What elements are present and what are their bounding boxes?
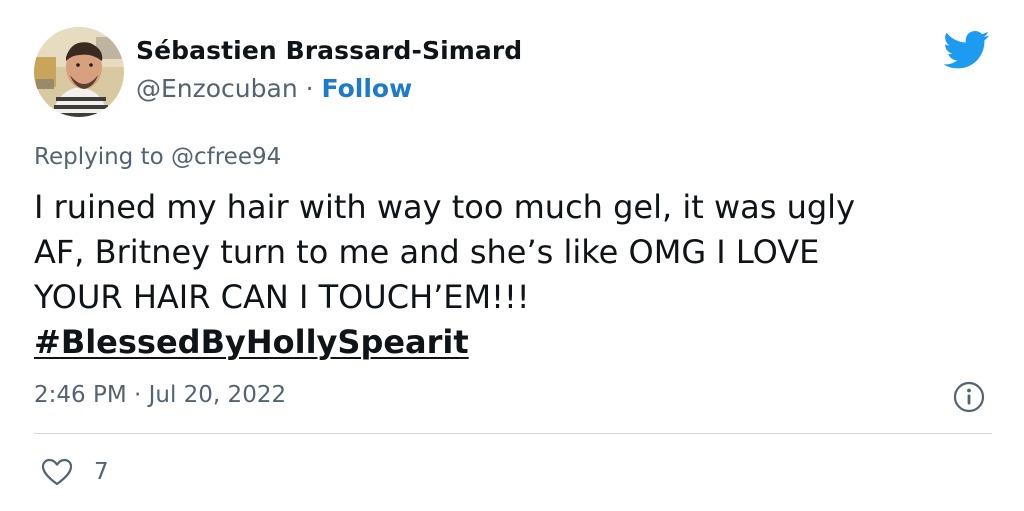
tweet-text-line: YOUR HAIR CAN I TOUCH’EM!!! — [34, 278, 530, 316]
avatar[interactable] — [34, 27, 124, 117]
author-block: Sébastien Brassard-Simard @Enzocuban · F… — [136, 32, 522, 108]
tweet-text-line: AF, Britney turn to me and she’s like OM… — [34, 233, 820, 271]
twitter-bird-icon[interactable] — [944, 30, 990, 70]
tweet-card: Sébastien Brassard-Simard @Enzocuban · F… — [0, 0, 1024, 511]
replying-prefix: Replying to — [34, 144, 171, 170]
like-count: 7 — [94, 459, 109, 485]
replying-to: Replying to @cfree94 — [34, 140, 281, 174]
handle-separator: · — [297, 74, 322, 103]
tweet-timestamp[interactable]: 2:46 PM · Jul 20, 2022 — [34, 378, 286, 412]
hashtag-link[interactable]: #BlessedByHollySpearit — [34, 323, 469, 361]
heart-icon — [41, 458, 73, 486]
replying-mention[interactable]: @cfree94 — [171, 144, 281, 170]
tweet-text: I ruined my hair with way too much gel, … — [34, 185, 1004, 365]
avatar-image — [34, 27, 124, 117]
like-button[interactable]: 7 — [40, 455, 109, 489]
follow-button[interactable]: Follow — [322, 74, 413, 103]
tweet-text-line: I ruined my hair with way too much gel, … — [34, 188, 855, 226]
author-handle-line: @Enzocuban · Follow — [136, 70, 522, 108]
author-handle[interactable]: @Enzocuban — [136, 74, 298, 103]
hashtag-line: #BlessedByHollySpearit — [34, 320, 1004, 365]
info-icon[interactable] — [952, 380, 986, 414]
divider — [34, 433, 992, 434]
author-display-name[interactable]: Sébastien Brassard-Simard — [136, 32, 522, 70]
